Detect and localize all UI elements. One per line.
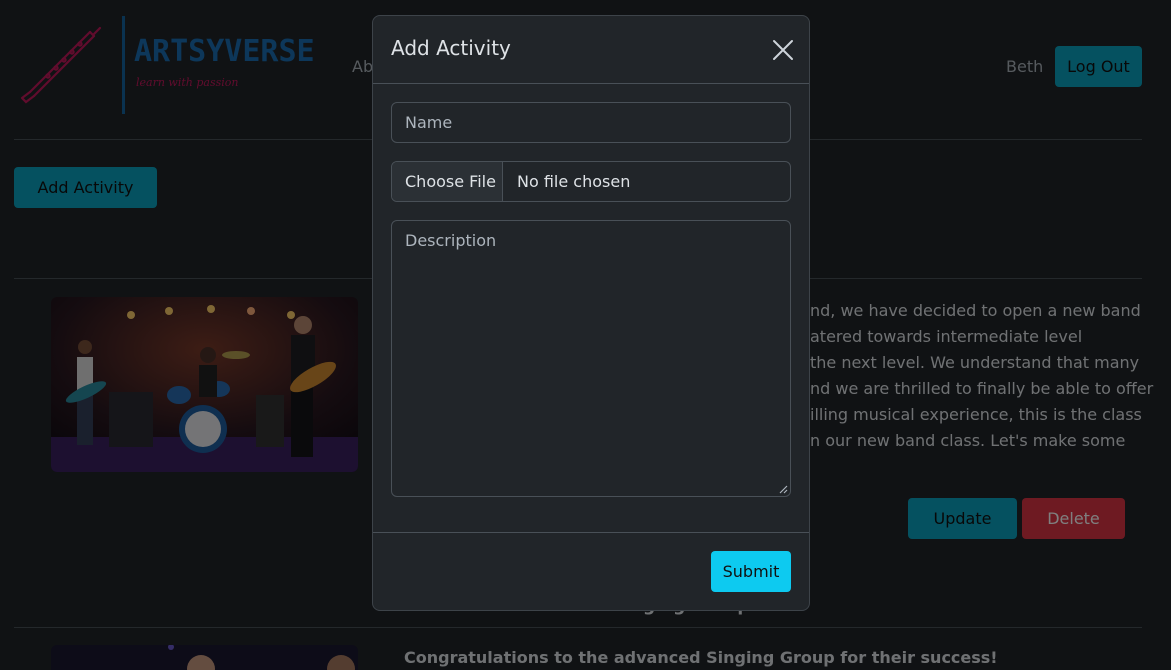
modal-footer: Submit bbox=[373, 532, 809, 612]
description-textarea[interactable]: Description bbox=[391, 220, 791, 497]
resize-handle-icon[interactable] bbox=[778, 484, 788, 494]
description-placeholder: Description bbox=[405, 231, 497, 250]
file-status: No file chosen bbox=[517, 172, 631, 191]
modal-title: Add Activity bbox=[391, 36, 511, 60]
choose-file-button[interactable]: Choose File bbox=[392, 162, 503, 201]
modal-header: Add Activity bbox=[373, 16, 809, 84]
name-input[interactable]: Name bbox=[391, 102, 791, 143]
file-input[interactable]: Choose File No file chosen bbox=[391, 161, 791, 202]
submit-button[interactable]: Submit bbox=[711, 551, 791, 592]
add-activity-modal: Add Activity Name Choose File No file ch… bbox=[372, 15, 810, 611]
close-icon[interactable] bbox=[771, 38, 795, 62]
